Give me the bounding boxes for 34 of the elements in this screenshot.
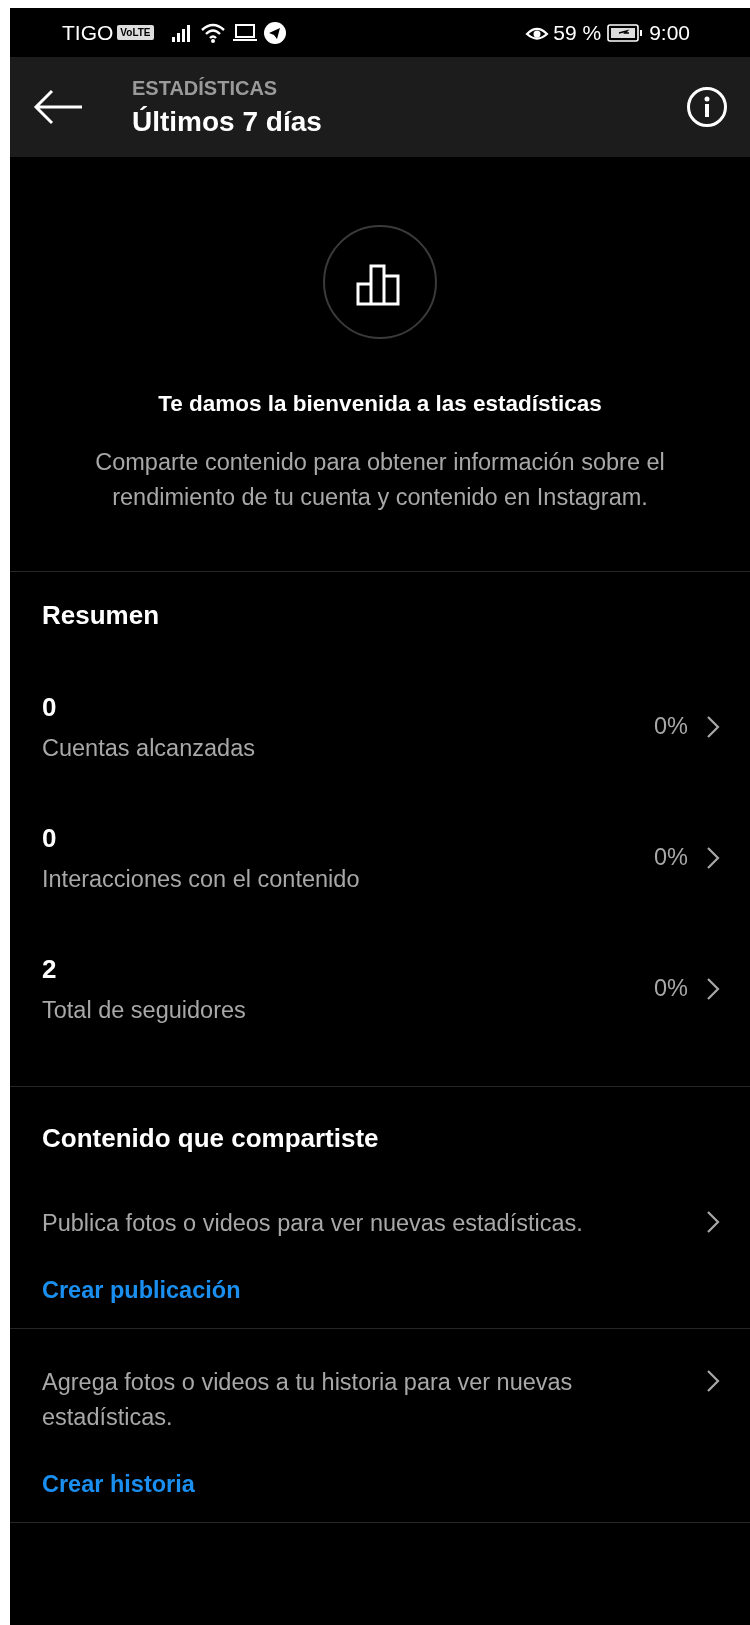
create-link[interactable]: Crear publicación [42, 1277, 241, 1304]
battery-percent: 59 % [553, 20, 602, 45]
clock-time: 9:00 [649, 20, 690, 45]
section-title: Contenido que compartiste [42, 1123, 380, 1154]
wifi-icon [199, 21, 226, 44]
chevron-right-icon [706, 976, 720, 1001]
battery-icon [607, 23, 644, 42]
metric-value: 0 [42, 822, 58, 854]
header-title: Últimos 7 días [132, 105, 323, 138]
carrier-name: TIGO [62, 20, 114, 45]
volte-badge: VoLTE [117, 25, 154, 40]
metric-change: 0% [654, 713, 688, 740]
chevron-right-icon [706, 1369, 720, 1393]
info-button[interactable] [686, 86, 728, 128]
chevron-right-icon [706, 1210, 720, 1234]
metric-label: Total de seguidores [42, 996, 247, 1024]
back-button[interactable] [32, 89, 84, 125]
chevron-right-icon [706, 714, 720, 739]
empty-state-text: Agrega fotos o videos a tu historia para ver nuevas estadísticas. [42, 1368, 574, 1432]
create-link[interactable]: Crear historia [42, 1471, 195, 1498]
metric-change: 0% [654, 844, 688, 871]
metric-label: Interacciones con el contenido [42, 865, 361, 893]
chevron-right-icon [706, 845, 720, 870]
metric-value: 0 [42, 691, 58, 723]
metric-label: Cuentas alcanzadas [42, 734, 256, 762]
welcome-text: Comparte contenido para obtener información sobre el rendimiento de tu cuenta y contenido en Instagram. [94, 448, 666, 512]
metric-change: 0% [654, 975, 688, 1002]
section-title: Resumen [42, 600, 161, 631]
welcome-title: Te damos la bienvenida a las estadísticas [158, 391, 602, 417]
empty-state-text: Publica fotos o videos para ver nuevas estadísticas. [42, 1209, 584, 1238]
metric-value: 2 [42, 953, 58, 985]
header-overline: ESTADÍSTICAS [132, 76, 279, 100]
laptop-icon [231, 22, 258, 43]
send-icon [263, 21, 286, 44]
